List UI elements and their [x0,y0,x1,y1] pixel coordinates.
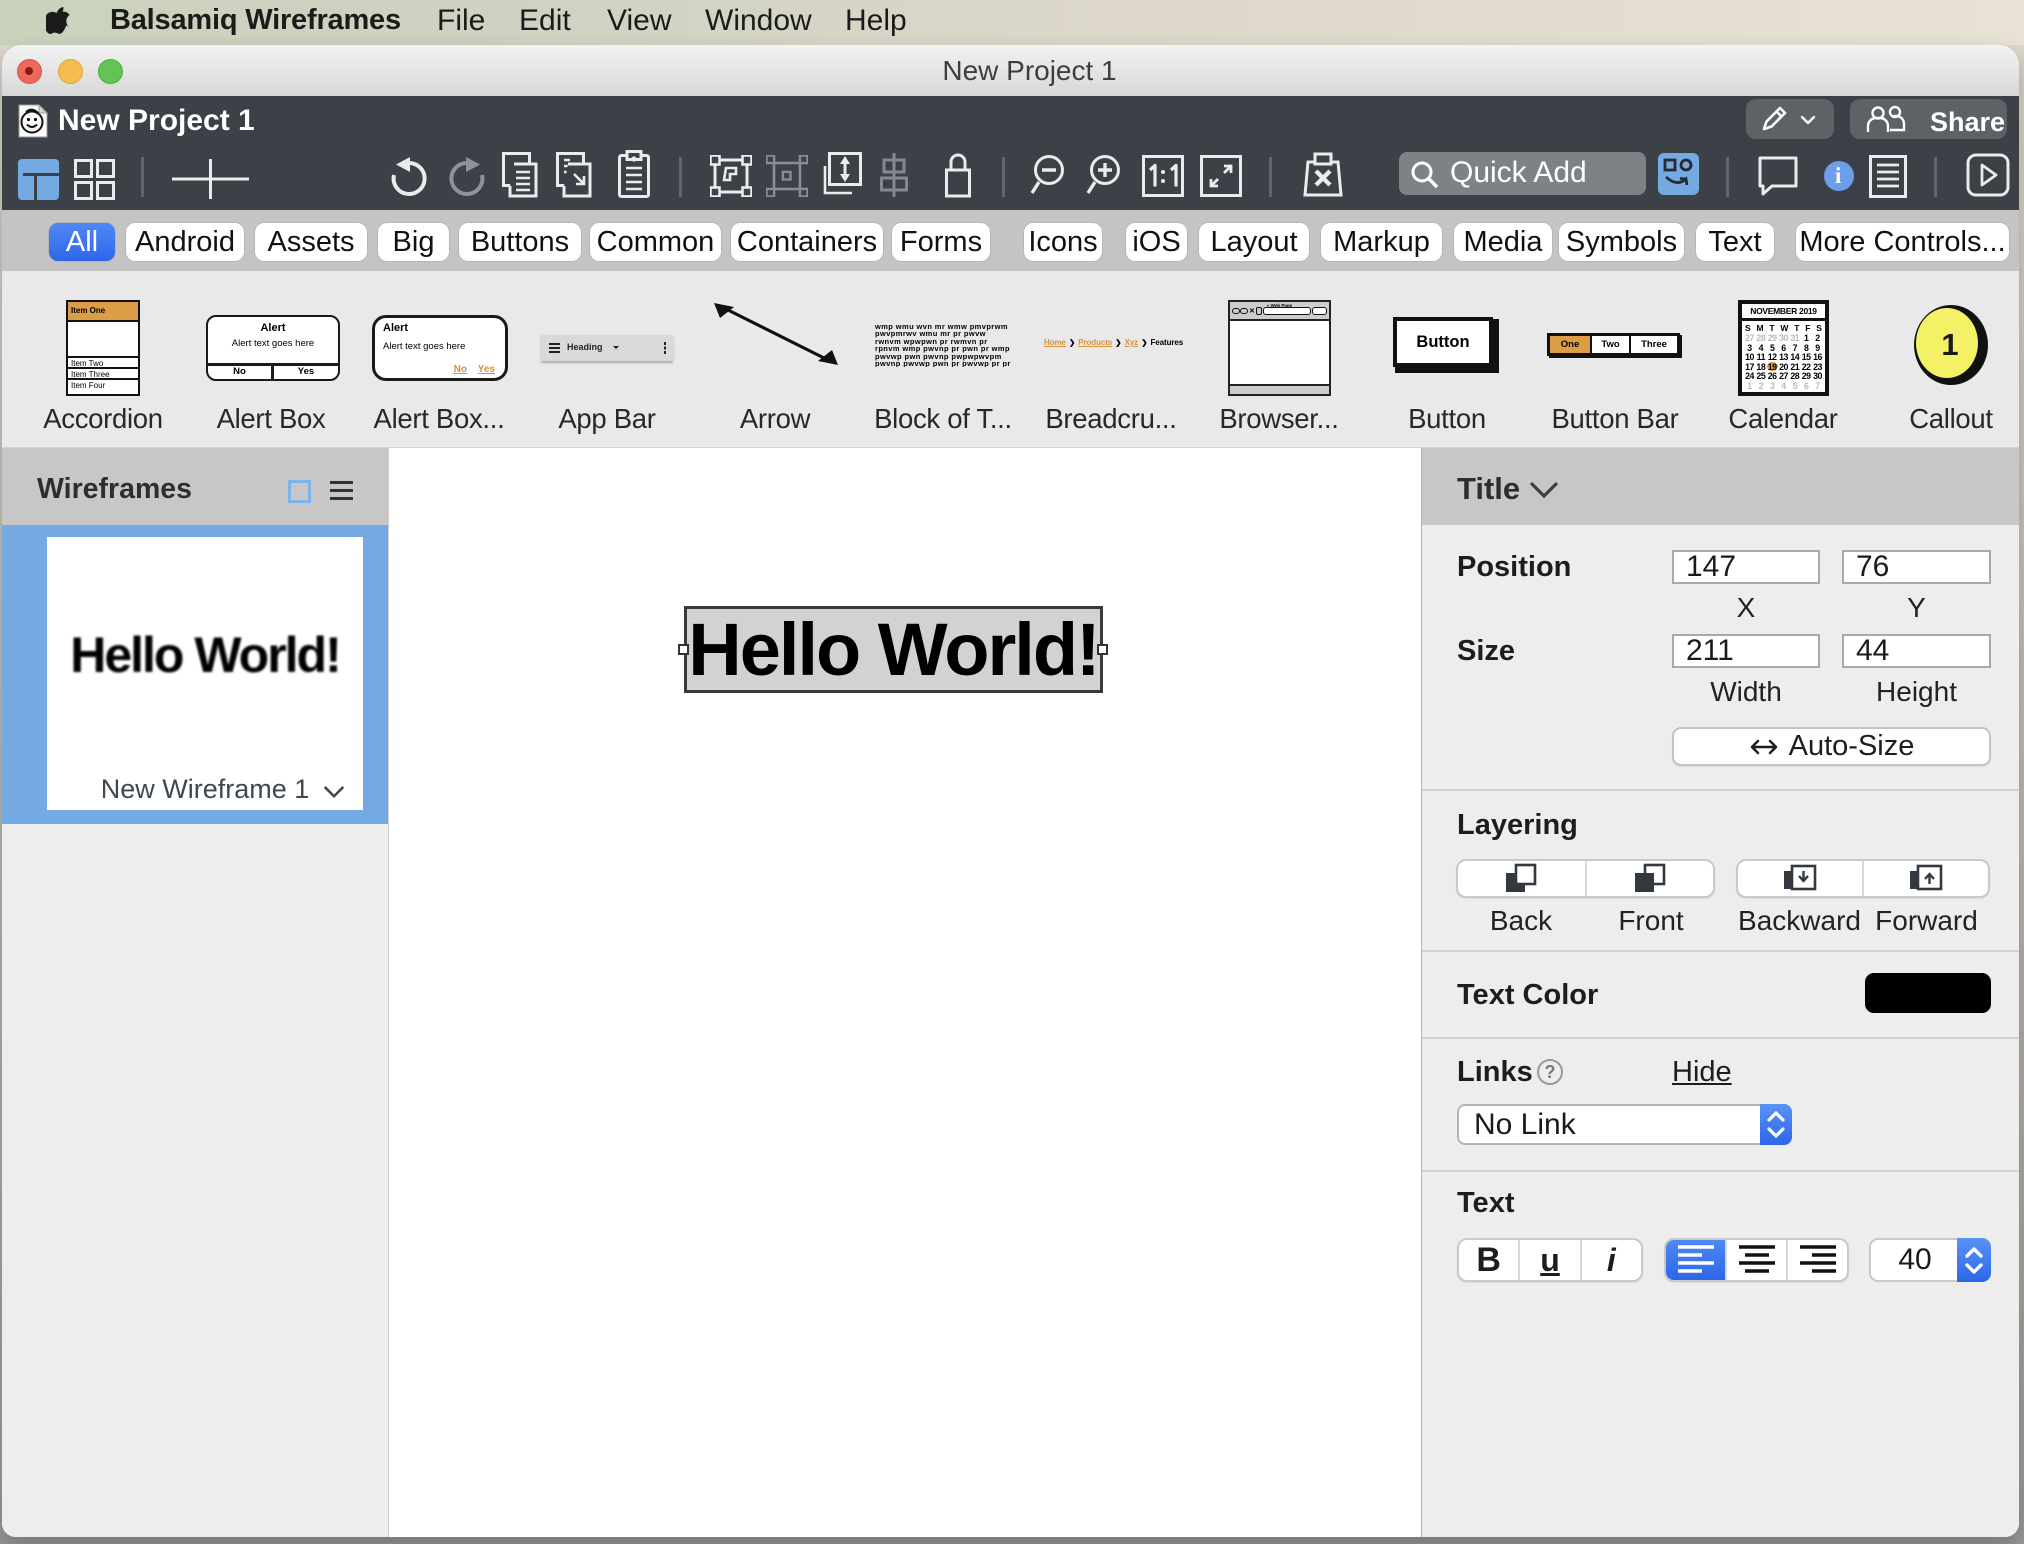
svg-text:1: 1 [1941,327,1958,362]
